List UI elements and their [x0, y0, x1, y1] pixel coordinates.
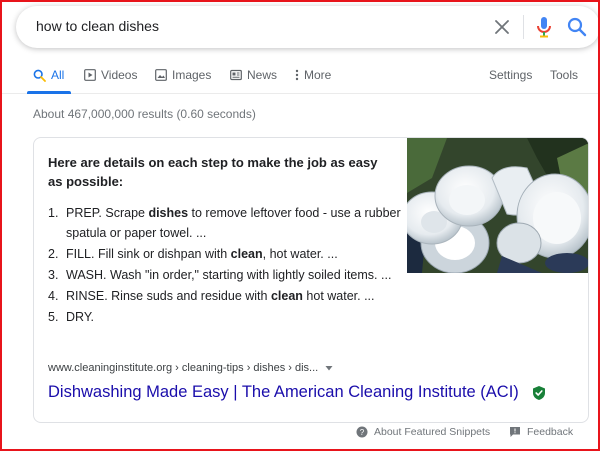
- snippet-heading: Here are details on each step to make th…: [48, 155, 378, 189]
- step-text: PREP. Scrape: [66, 206, 149, 220]
- step-keyword: dishes: [148, 206, 189, 220]
- microphone-icon[interactable]: [534, 16, 554, 38]
- search-icon[interactable]: [566, 16, 588, 38]
- kebab-icon: [295, 69, 299, 81]
- result-url[interactable]: www.cleaninginstitute.org › cleaning-tip…: [48, 362, 334, 374]
- snippet-image[interactable]: [407, 138, 588, 273]
- step-number: 5.: [48, 309, 59, 324]
- result-stats: About 467,000,000 results (0.60 seconds): [33, 107, 256, 121]
- step-number: 1.: [48, 206, 59, 220]
- tools-link[interactable]: Tools: [550, 68, 578, 82]
- svg-text:?: ?: [360, 428, 365, 437]
- tab-label: Videos: [101, 68, 138, 82]
- image-icon: [155, 69, 167, 81]
- tab-all[interactable]: All: [33, 68, 64, 82]
- tab-images[interactable]: Images: [155, 68, 211, 82]
- tab-more[interactable]: More: [295, 68, 331, 82]
- search-icon: [33, 69, 46, 82]
- list-item: 2. FILL. Fill sink or dishpan with clean,…: [48, 245, 408, 265]
- about-snippets-link[interactable]: ? About Featured Snippets: [356, 426, 490, 438]
- search-box[interactable]: how to clean dishes: [16, 6, 600, 48]
- tab-label: Images: [172, 68, 212, 82]
- search-tabs: All Videos Images News More Settings Too…: [0, 60, 600, 94]
- step-text: WASH. Wash "in order," starting with lig…: [66, 267, 392, 282]
- feedback-icon: [510, 427, 520, 437]
- list-item: 3. WASH. Wash "in order," starting with l…: [48, 266, 408, 286]
- settings-label: Settings: [489, 68, 533, 82]
- tab-videos[interactable]: Videos: [84, 68, 137, 82]
- step-text: , hot water. ...: [262, 246, 338, 261]
- step-number: 3.: [48, 267, 59, 282]
- tab-label: More: [304, 68, 332, 82]
- close-icon[interactable]: [492, 17, 512, 37]
- search-input[interactable]: how to clean dishes: [36, 18, 159, 34]
- play-icon: [84, 69, 96, 81]
- settings-link[interactable]: Settings: [489, 68, 532, 82]
- step-text: hot water. ...: [302, 288, 375, 303]
- tools-label: Tools: [550, 68, 579, 82]
- step-text: DRY.: [66, 309, 95, 324]
- search-divider: [523, 15, 524, 39]
- step-keyword: clean: [230, 246, 263, 261]
- snippet-steps: 1. PREP. Scrape dishes to remove leftover…: [48, 204, 408, 329]
- feedback-link[interactable]: Feedback: [509, 426, 573, 438]
- list-item: 5. DRY.: [48, 308, 408, 328]
- list-item: 4. RINSE. Rinse suds and residue with cle…: [48, 287, 408, 307]
- tab-label: All: [51, 68, 65, 82]
- chevron-down-icon[interactable]: [324, 363, 334, 373]
- help-icon: ?: [356, 426, 368, 438]
- result-title-link[interactable]: Dishwashing Made Easy | The American Cle…: [48, 383, 519, 402]
- active-tab-indicator: [27, 91, 71, 94]
- verified-shield-icon: [532, 385, 546, 401]
- list-item: 1. PREP. Scrape dishes to remove leftover…: [48, 204, 408, 243]
- tab-label: News: [247, 68, 278, 82]
- newspaper-icon: [230, 69, 242, 81]
- about-label: About Featured Snippets: [374, 426, 491, 438]
- featured-snippet: Here are details on each step to make th…: [33, 137, 589, 423]
- step-text: RINSE. Rinse suds and residue with: [66, 288, 271, 303]
- tab-news[interactable]: News: [230, 68, 277, 82]
- step-number: 2.: [48, 246, 59, 261]
- cite-text: www.cleaninginstitute.org › cleaning-tip…: [48, 362, 319, 374]
- step-number: 4.: [48, 288, 59, 303]
- feedback-label: Feedback: [527, 426, 574, 438]
- step-keyword: clean: [270, 288, 303, 303]
- step-text: FILL. Fill sink or dishpan with: [66, 246, 231, 261]
